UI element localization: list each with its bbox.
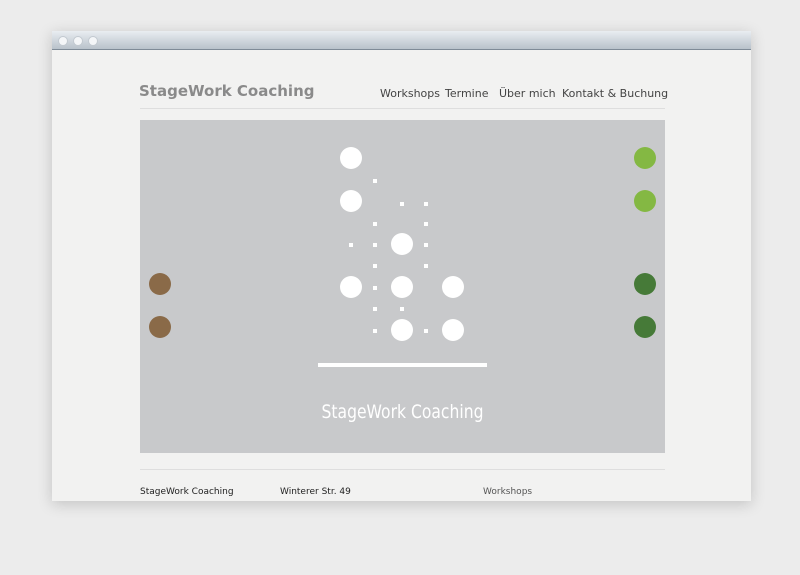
footer-divider (140, 469, 665, 470)
window-titlebar (52, 31, 751, 50)
site-logo-text[interactable]: StageWork Coaching (139, 82, 314, 100)
footer-link-workshops[interactable]: Workshops (483, 487, 532, 497)
hero-title: StageWork Coaching (321, 401, 484, 423)
header-divider (140, 108, 665, 109)
nav-kontakt-buchung[interactable]: Kontakt & Buchung (562, 87, 668, 100)
nav-ueber-mich[interactable]: Über mich (499, 87, 556, 100)
brown-dot (149, 273, 171, 295)
footer-company-name: StageWork Coaching (140, 487, 234, 497)
brown-dot (149, 316, 171, 338)
dark-green-dot (634, 273, 656, 295)
maximize-window-button[interactable] (88, 36, 98, 46)
close-window-button[interactable] (58, 36, 68, 46)
hero-banner: StageWork Coaching (140, 120, 665, 453)
minimize-window-button[interactable] (73, 36, 83, 46)
stage-line (318, 363, 487, 367)
light-green-dot (634, 147, 656, 169)
light-green-dot (634, 190, 656, 212)
nav-termine[interactable]: Termine (445, 87, 488, 100)
browser-window: StageWork Coaching Workshops Termine Übe… (52, 31, 751, 501)
dark-green-dot (634, 316, 656, 338)
nav-workshops[interactable]: Workshops (380, 87, 440, 100)
footer-address: Winterer Str. 49 (280, 487, 351, 497)
